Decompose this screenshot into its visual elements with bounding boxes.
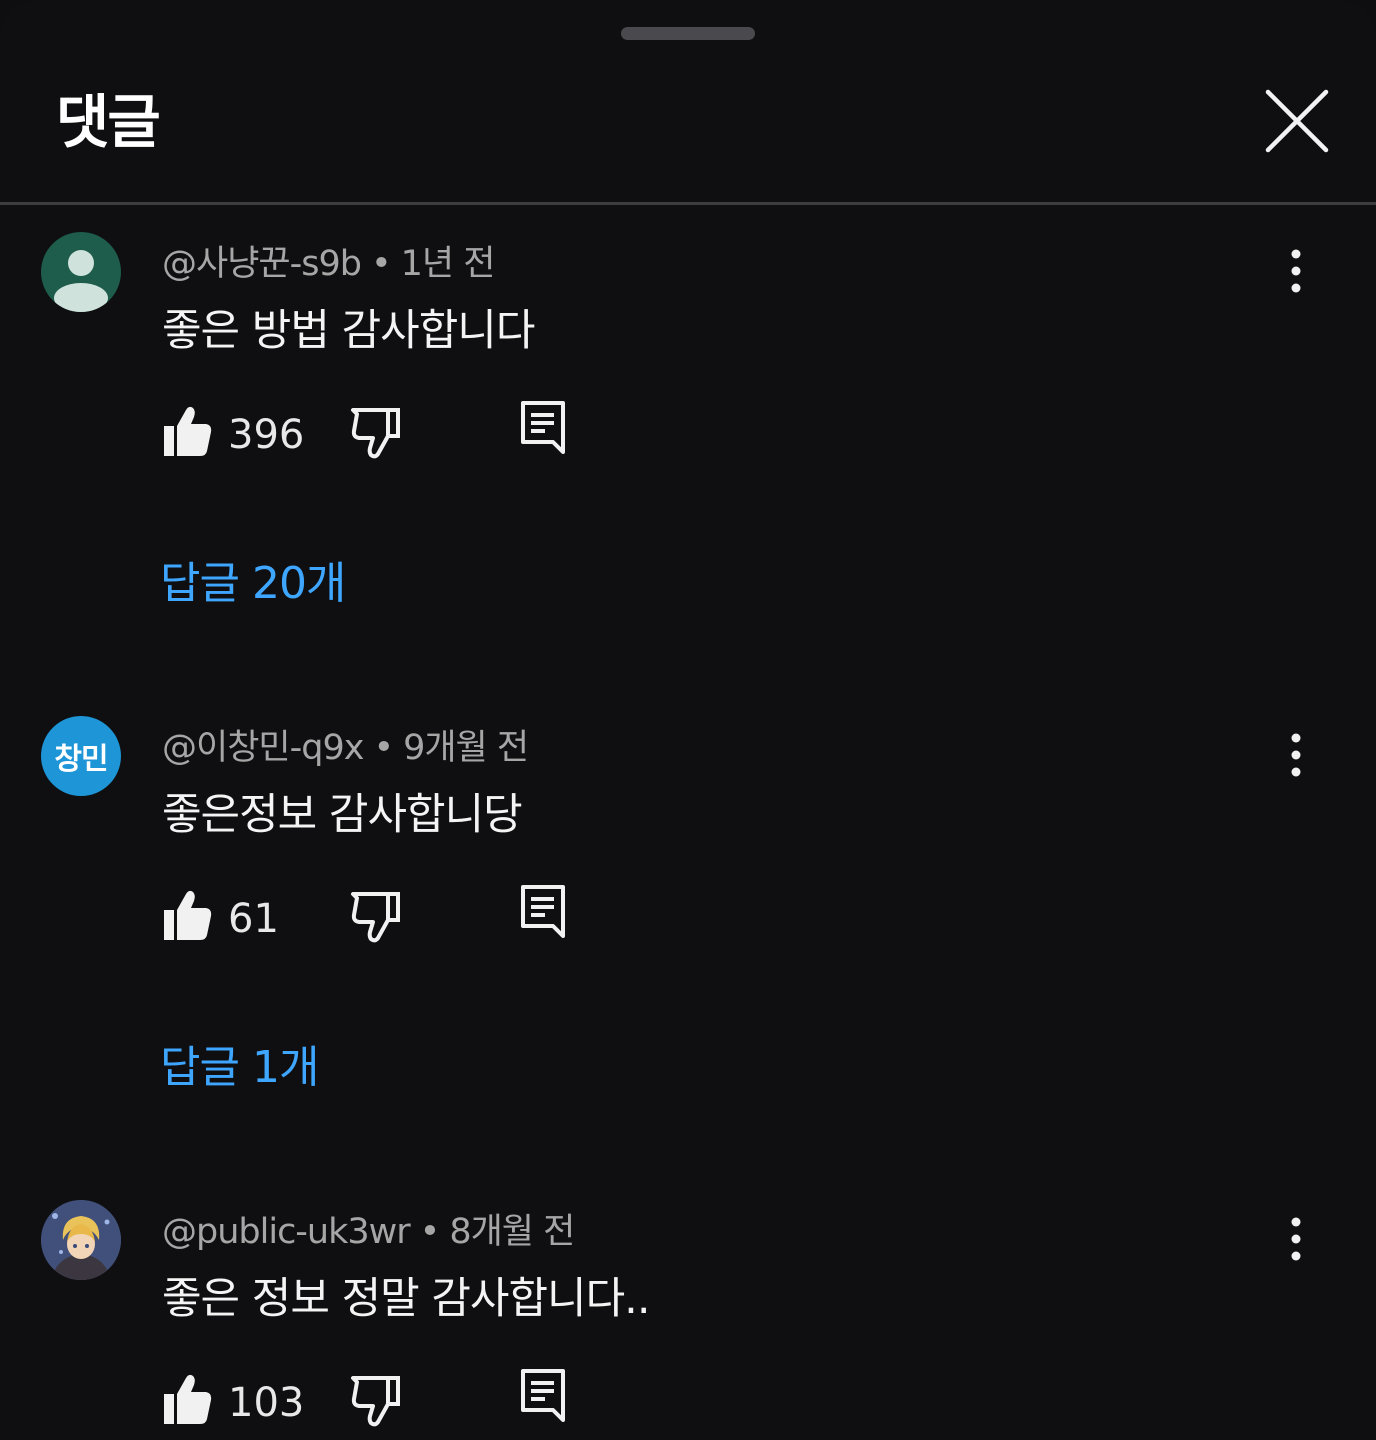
comment-time: 1년 전 — [400, 244, 496, 284]
comment-time: 9개월 전 — [403, 728, 529, 768]
dislike-button[interactable] — [350, 1372, 402, 1428]
comment-meta: @사냥꾼-s9b • 1년 전 — [162, 244, 496, 284]
thumbs-up-icon — [164, 1374, 212, 1424]
more-options-button[interactable] — [1276, 1212, 1316, 1268]
reply-button[interactable] — [520, 1368, 566, 1424]
thumbs-down-icon — [351, 408, 400, 459]
dislike-button[interactable] — [350, 404, 402, 460]
like-count: 103 — [228, 1380, 305, 1426]
more-options-button[interactable] — [1276, 244, 1316, 300]
comment-actions: 103 — [162, 1369, 602, 1432]
drag-handle[interactable] — [621, 27, 755, 40]
comment-time: 8개월 전 — [449, 1212, 575, 1252]
thumbs-down-icon — [351, 892, 400, 943]
like-count: 396 — [228, 412, 305, 458]
dislike-button[interactable] — [350, 888, 402, 944]
avatar[interactable] — [41, 1200, 121, 1280]
comment-text: 좋은 방법 감사합니다 — [162, 306, 535, 356]
like-button[interactable] — [162, 1372, 214, 1428]
close-button[interactable] — [1260, 84, 1336, 160]
character-image — [41, 1200, 121, 1280]
view-replies-link[interactable]: 답글 20개 — [160, 554, 346, 614]
comment-icon — [521, 1369, 565, 1422]
comments-sheet: 댓글 @사냥꾼-s9b • 1년 전 좋은 방법 감사합니다 396 답글 20… — [0, 0, 1376, 1440]
reply-button[interactable] — [520, 400, 566, 456]
comment-item: @사냥꾼-s9b • 1년 전 좋은 방법 감사합니다 396 답글 20개 — [0, 232, 1376, 652]
default-user-icon — [54, 250, 108, 312]
comment-actions: 396 — [162, 401, 602, 464]
thumbs-down-icon — [351, 1376, 400, 1427]
thumbs-up-icon — [164, 406, 212, 456]
comment-author[interactable]: @사냥꾼-s9b — [162, 244, 362, 284]
comment-icon — [521, 401, 565, 454]
close-icon — [1265, 89, 1329, 153]
page-title: 댓글 — [56, 88, 161, 156]
more-options-button[interactable] — [1276, 728, 1316, 784]
more-vert-icon — [1291, 733, 1301, 777]
more-vert-icon — [1291, 249, 1301, 293]
thumbs-up-icon — [164, 890, 212, 940]
header-divider — [0, 202, 1376, 205]
comment-author[interactable]: @이창민-q9x — [162, 728, 364, 768]
comment-text: 좋은 정보 정말 감사합니다.. — [162, 1274, 651, 1324]
comment-meta: @이창민-q9x • 9개월 전 — [162, 728, 529, 768]
comment-actions: 61 — [162, 885, 602, 948]
more-vert-icon — [1291, 1217, 1301, 1261]
comment-meta: @public-uk3wr • 8개월 전 — [162, 1212, 575, 1252]
like-button[interactable] — [162, 888, 214, 944]
comments-header: 댓글 — [0, 62, 1376, 204]
view-replies-link[interactable]: 답글 1개 — [160, 1038, 319, 1098]
avatar[interactable]: 창민 — [41, 716, 121, 796]
comment-item: 창민 @이창민-q9x • 9개월 전 좋은정보 감사합니당 61 답글 1개 — [0, 716, 1376, 1136]
reply-button[interactable] — [520, 884, 566, 940]
comment-text: 좋은정보 감사합니당 — [162, 790, 523, 840]
comment-item: @public-uk3wr • 8개월 전 좋은 정보 정말 감사합니다.. 103 — [0, 1200, 1376, 1440]
comment-icon — [521, 885, 565, 938]
avatar[interactable] — [41, 232, 121, 312]
comment-author[interactable]: @public-uk3wr — [162, 1212, 411, 1252]
like-count: 61 — [228, 896, 279, 942]
like-button[interactable] — [162, 404, 214, 460]
